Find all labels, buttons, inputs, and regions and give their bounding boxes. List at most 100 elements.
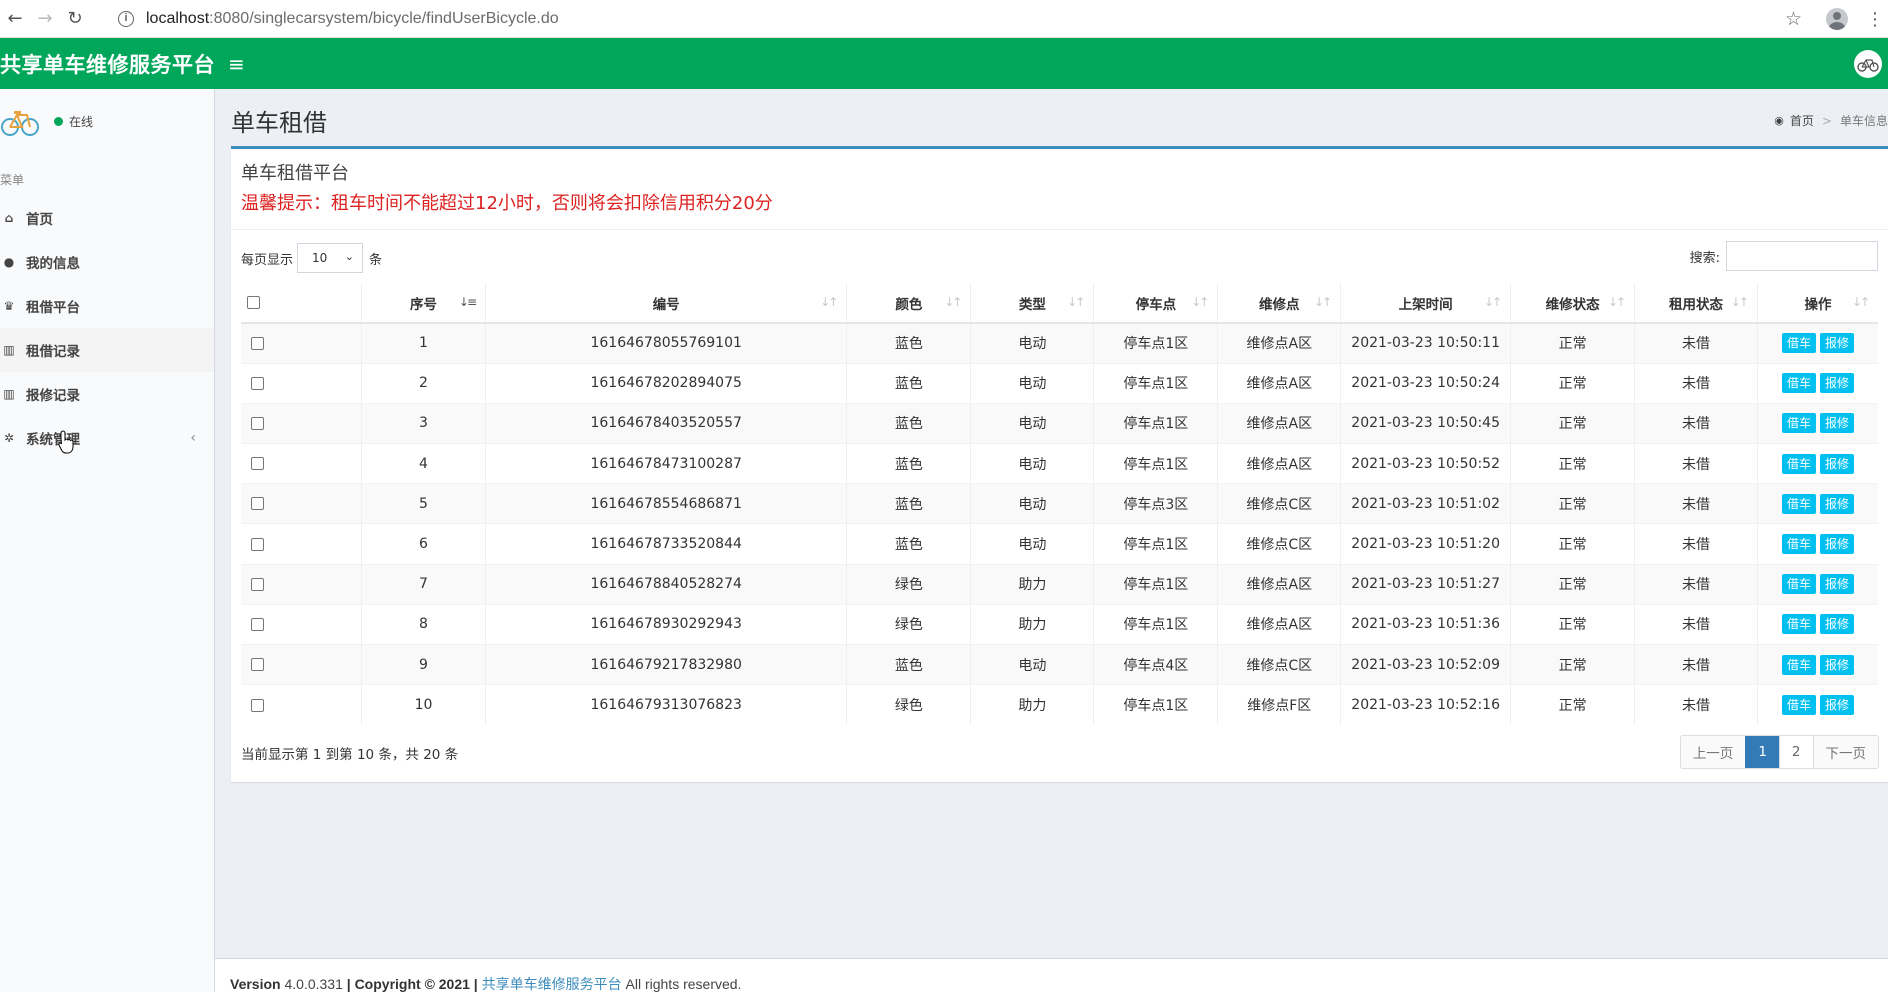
borrow-button[interactable]: 借车 xyxy=(1781,453,1816,474)
report-repair-button[interactable]: 报修 xyxy=(1819,614,1854,635)
report-repair-button[interactable]: 报修 xyxy=(1819,373,1854,394)
search-input[interactable] xyxy=(1726,241,1878,271)
bicycle-icon xyxy=(1857,59,1879,72)
profile-icon[interactable] xyxy=(1826,8,1848,30)
row-checkbox[interactable] xyxy=(251,617,264,631)
info-icon[interactable]: i xyxy=(118,10,134,27)
bookmark-star-icon[interactable]: ☆ xyxy=(1785,8,1802,30)
forward-arrow-icon[interactable]: → xyxy=(30,4,60,34)
sidebar-item-my-info[interactable]: ● 我的信息 xyxy=(0,240,214,284)
cell-park: 停车点1区 xyxy=(1093,603,1218,645)
column-header-rent-status[interactable]: 租用状态 ↓↑ xyxy=(1634,283,1758,324)
trophy-icon: ♛ xyxy=(3,299,15,313)
cell-type: 电动 xyxy=(970,322,1094,364)
select-all-checkbox[interactable] xyxy=(247,296,260,309)
column-header-actions[interactable]: 操作 ↓↑ xyxy=(1756,283,1878,324)
cell-time: 2021-03-23 10:50:11 xyxy=(1340,322,1511,364)
cell-color: 绿色 xyxy=(846,563,971,605)
report-repair-button[interactable]: 报修 xyxy=(1819,413,1854,434)
report-repair-button[interactable]: 报修 xyxy=(1819,654,1854,675)
row-checkbox[interactable] xyxy=(251,376,264,390)
cell-time: 2021-03-23 10:51:27 xyxy=(1340,563,1511,605)
warning-notice: 温馨提示：租车时间不能超过12小时，否则将会扣除信用积分20分 xyxy=(241,193,773,214)
cell-repair-status: 正常 xyxy=(1510,362,1635,404)
page-1-button[interactable]: 1 xyxy=(1745,736,1779,768)
prev-page-button[interactable]: 上一页 xyxy=(1680,736,1746,768)
cell-time: 2021-03-23 10:50:24 xyxy=(1340,362,1511,404)
page-length-select[interactable]: 10 ⌄ xyxy=(297,243,364,273)
breadcrumb-home[interactable]: 首页 xyxy=(1790,112,1814,129)
back-arrow-icon[interactable]: ← xyxy=(0,4,30,34)
page-length-value: 10 xyxy=(312,251,328,265)
cell-repair-status: 正常 xyxy=(1510,322,1635,364)
column-header-park[interactable]: 停车点 ↓↑ xyxy=(1093,283,1218,324)
report-repair-button[interactable]: 报修 xyxy=(1819,493,1854,514)
sidebar-item-rental-platform[interactable]: ♛ 租借平台 xyxy=(0,284,214,328)
page-2-button[interactable]: 2 xyxy=(1778,736,1813,768)
borrow-button[interactable]: 借车 xyxy=(1781,654,1816,675)
browser-menu-icon[interactable]: ⋮ xyxy=(1866,9,1884,30)
cell-actions: 借车 报修 xyxy=(1756,643,1878,685)
sidebar-toggle-icon[interactable]: ≡ xyxy=(228,52,245,76)
report-repair-button[interactable]: 报修 xyxy=(1819,695,1854,716)
footer-copyright: | Copyright © 2021 | xyxy=(346,976,478,992)
column-header-no[interactable]: 序号 ↓≡ xyxy=(360,283,486,324)
sidebar-item-repair-records[interactable]: ▥ 报修记录 xyxy=(0,372,214,416)
brand-logo-text[interactable]: 共享单车维修服务平台 xyxy=(0,49,215,79)
report-repair-button[interactable]: 报修 xyxy=(1819,534,1854,555)
sidebar-item-rental-records[interactable]: ▥ 租借记录 xyxy=(0,328,214,372)
row-checkbox[interactable] xyxy=(251,497,264,511)
cell-code: 16164678733520844 xyxy=(485,523,847,565)
cell-rent-status: 未借 xyxy=(1634,362,1758,404)
row-checkbox[interactable] xyxy=(251,416,264,430)
sidebar-item-home[interactable]: ⌂ 首页 xyxy=(0,196,214,240)
row-checkbox[interactable] xyxy=(251,537,264,551)
hand-cursor-icon xyxy=(58,430,74,454)
cell-time: 2021-03-23 10:52:16 xyxy=(1340,684,1511,725)
divider xyxy=(231,229,1888,230)
cell-no: 5 xyxy=(360,483,486,524)
report-repair-button[interactable]: 报修 xyxy=(1819,333,1854,354)
header-user-avatar[interactable] xyxy=(1854,50,1882,78)
sidebar-item-system-management[interactable]: ✲ 系统管理 ‹ xyxy=(0,416,214,460)
cell-color: 蓝色 xyxy=(846,402,971,444)
row-checkbox[interactable] xyxy=(251,457,264,471)
borrow-button[interactable]: 借车 xyxy=(1781,333,1816,354)
pagination-info: 当前显示第 1 到第 10 条，共 20 条 xyxy=(241,747,459,763)
column-header-time[interactable]: 上架时间 ↓↑ xyxy=(1340,283,1511,324)
cell-repair-status: 正常 xyxy=(1510,603,1635,645)
cell-code: 16164678840528274 xyxy=(485,563,847,605)
report-repair-button[interactable]: 报修 xyxy=(1819,453,1854,474)
cell-actions: 借车 报修 xyxy=(1756,523,1878,565)
cell-color: 蓝色 xyxy=(846,443,971,484)
column-header-code[interactable]: 编号 ↓↑ xyxy=(485,283,847,324)
breadcrumb-separator: > xyxy=(1821,113,1832,128)
cell-time: 2021-03-23 10:50:45 xyxy=(1340,402,1511,444)
column-header-repair-status[interactable]: 维修状态 ↓↑ xyxy=(1510,283,1635,324)
cell-no: 4 xyxy=(360,443,486,484)
bicycle-table: 序号 ↓≡ 编号 ↓↑ 颜色 ↓↑ 类型 ↓↑ 停车点 ↓↑ 维修点 ↓↑ 上架时间 ↓↑ 维… xyxy=(241,283,1878,725)
borrow-button[interactable]: 借车 xyxy=(1781,493,1816,514)
borrow-button[interactable]: 借车 xyxy=(1781,534,1816,555)
cell-rent-status: 未借 xyxy=(1634,483,1758,524)
footer-brand-link[interactable]: 共享单车维修服务平台 xyxy=(482,976,622,992)
next-page-button[interactable]: 下一页 xyxy=(1812,736,1878,768)
row-checkbox[interactable] xyxy=(251,336,264,350)
row-checkbox[interactable] xyxy=(251,698,264,712)
borrow-button[interactable]: 借车 xyxy=(1781,695,1816,716)
cell-time: 2021-03-23 10:51:20 xyxy=(1340,523,1511,565)
row-checkbox[interactable] xyxy=(251,658,264,672)
row-checkbox[interactable] xyxy=(251,577,264,591)
column-header-type[interactable]: 类型 ↓↑ xyxy=(970,283,1094,324)
borrow-button[interactable]: 借车 xyxy=(1781,373,1816,394)
report-repair-button[interactable]: 报修 xyxy=(1819,574,1854,595)
address-bar[interactable]: i localhost:8080/singlecarsystem/bicycle… xyxy=(118,10,559,28)
borrow-button[interactable]: 借车 xyxy=(1781,614,1816,635)
cell-no: 6 xyxy=(360,523,486,565)
cell-no: 1 xyxy=(360,322,486,364)
column-header-color[interactable]: 颜色 ↓↑ xyxy=(846,283,971,324)
borrow-button[interactable]: 借车 xyxy=(1781,413,1816,434)
reload-icon[interactable]: ↻ xyxy=(60,4,90,34)
column-header-repair-point[interactable]: 维修点 ↓↑ xyxy=(1217,283,1341,324)
borrow-button[interactable]: 借车 xyxy=(1781,574,1816,595)
